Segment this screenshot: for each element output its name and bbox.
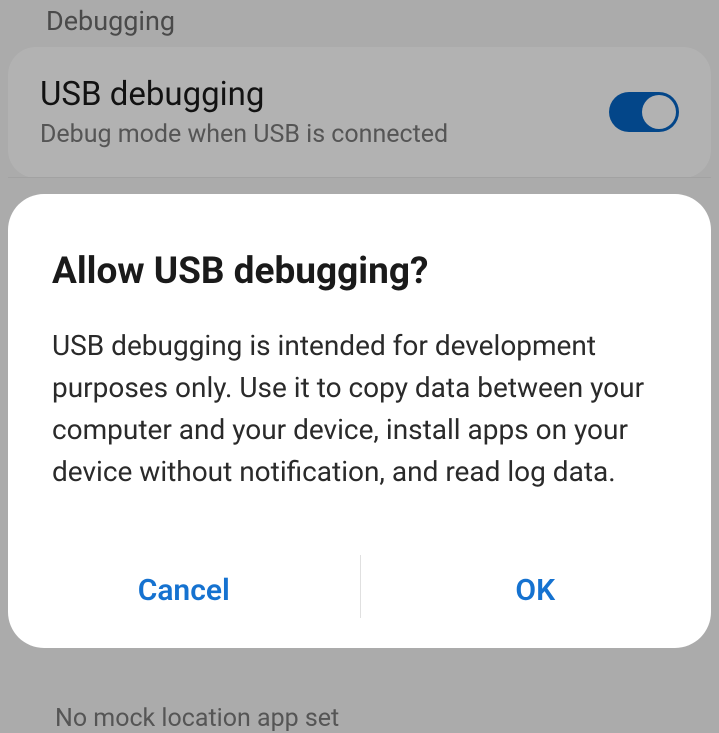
ok-button[interactable]: OK — [360, 561, 712, 620]
dialog-body: USB debugging is intended for developmen… — [8, 325, 711, 545]
dialog-title: Allow USB debugging? — [8, 194, 711, 325]
button-divider — [360, 555, 361, 618]
cancel-button[interactable]: Cancel — [8, 561, 360, 620]
confirmation-dialog: Allow USB debugging? USB debugging is in… — [8, 194, 711, 648]
dialog-buttons: Cancel OK — [8, 545, 711, 648]
